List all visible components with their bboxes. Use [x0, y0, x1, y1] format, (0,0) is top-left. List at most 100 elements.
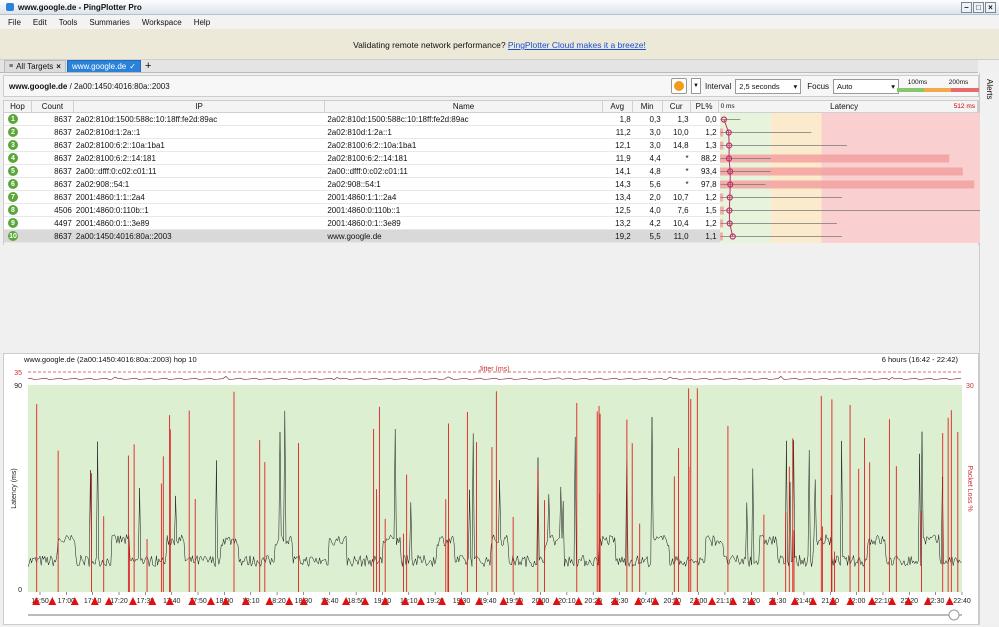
avg-cell: 11,2: [615, 127, 631, 137]
y-right-axis-label: Packet Loss %: [966, 465, 973, 511]
chevron-down-icon: ▾: [793, 81, 798, 91]
hop-cell: 9: [4, 217, 32, 229]
add-tab-button[interactable]: +: [142, 60, 154, 72]
alerts-panel[interactable]: Alerts: [979, 73, 999, 625]
cur-cell: *: [685, 153, 689, 163]
time-slider-handle[interactable]: [948, 609, 960, 621]
count-cell: 4506: [54, 205, 72, 215]
avg-cell: 14,3: [615, 179, 631, 189]
pl-cell: 0,0: [705, 114, 717, 124]
hop-cell: 7: [4, 191, 32, 203]
avg-cell: 13,4: [615, 192, 631, 202]
col-hop[interactable]: Hop: [4, 101, 32, 112]
min-cell: 4,4: [649, 153, 661, 163]
name-cell: 2a02:908::54:1: [327, 179, 381, 189]
tab-google[interactable]: www.google.de ✓: [66, 60, 141, 72]
hop-cell: 5: [4, 165, 32, 177]
ip-cell: 2a02:908::54:1: [75, 179, 130, 189]
hop-cell: 1: [4, 113, 32, 125]
col-name[interactable]: Name: [325, 101, 603, 112]
banner-link[interactable]: PingPlotter Cloud makes it a breeze!: [508, 40, 646, 50]
interval-value: 2,5 seconds: [739, 81, 780, 91]
pause-dropdown[interactable]: ▼: [691, 78, 701, 94]
close-tab-icon[interactable]: ×: [56, 62, 61, 71]
menu-edit[interactable]: Edit: [33, 18, 47, 27]
target-host: www.google.de: [9, 81, 68, 91]
trace-grid: Hop Count IP Name Avg Min Cur PL% 0 ms L…: [3, 100, 980, 256]
hop-number-badge: 3: [8, 140, 18, 150]
tab-label: www.google.de: [71, 62, 127, 71]
window-title: www.google.de - PingPlotter Pro: [18, 2, 142, 12]
cur-cell: 7,6: [677, 205, 689, 215]
name-cell: 2a02:810d:1:2a::1: [327, 127, 392, 137]
hop-number-badge: 8: [8, 205, 18, 215]
ip-cell: 2a00::dfff:0:c02:c01:11: [75, 166, 157, 176]
ip-cell: 2a02:810d:1500:588c:10:18ff:fe2d:89ac: [75, 114, 218, 124]
hop-number-badge: 9: [8, 218, 18, 228]
hop-number-badge: 10: [8, 231, 18, 241]
count-cell: 8637: [54, 114, 72, 124]
name-cell: www.google.de: [327, 231, 382, 241]
count-cell: 8637: [54, 231, 72, 241]
check-icon: ✓: [129, 62, 136, 71]
menu-file[interactable]: File: [8, 18, 21, 27]
maximize-button[interactable]: □: [973, 2, 984, 13]
min-cell: 5,6: [649, 179, 661, 189]
col-avg[interactable]: Avg: [603, 101, 633, 112]
pl-cell: 1,1: [705, 231, 717, 241]
y-max-label: 90: [14, 383, 22, 390]
menu-summaries[interactable]: Summaries: [89, 18, 129, 27]
hop-number-badge: 6: [8, 179, 18, 189]
min-cell: 3,0: [649, 127, 661, 137]
hop-cell: 6: [4, 178, 32, 190]
timeline-svg: 35 Jitter (ms) 90 0 30 Latency (ms) Packet Los…: [11, 366, 974, 621]
close-button[interactable]: ×: [985, 2, 996, 13]
pl-cell: 88,2: [700, 153, 717, 163]
empty-pane: [3, 246, 979, 351]
loss-triangle: [206, 597, 215, 605]
menu-workspace[interactable]: Workspace: [142, 18, 182, 27]
title-bar: www.google.de - PingPlotter Pro – □ ×: [0, 0, 999, 15]
scale-color-bar: [897, 88, 979, 92]
pause-button[interactable]: [671, 78, 687, 94]
target-breadcrumb: www.google.de / 2a00:1450:4016:80a::2003: [9, 82, 170, 91]
col-ip[interactable]: IP: [74, 101, 326, 112]
pl-cell: 1,2: [705, 127, 717, 137]
focus-value: Auto: [837, 81, 853, 91]
cur-cell: *: [685, 166, 689, 176]
avg-cell: 12,5: [615, 205, 631, 215]
interval-select[interactable]: 2,5 seconds ▾: [735, 78, 802, 94]
focus-select[interactable]: Auto ▾: [833, 78, 900, 94]
menu-tools[interactable]: Tools: [59, 18, 78, 27]
col-min[interactable]: Min: [633, 101, 663, 112]
name-cell: 2001:4860:0:1::3e89: [327, 218, 401, 228]
x-tick-label: 20:10: [558, 598, 576, 605]
name-cell: 2a02:8100:6:2::14:181: [327, 153, 408, 163]
minimize-button[interactable]: –: [961, 2, 972, 13]
min-cell: 3,0: [649, 140, 661, 150]
pl-cell: 1,5: [705, 205, 717, 215]
col-cur[interactable]: Cur: [663, 101, 691, 112]
avg-cell: 19,2: [615, 231, 631, 241]
col-count[interactable]: Count: [32, 101, 74, 112]
hop-cell: 10: [4, 230, 32, 242]
jitter-line: [27, 376, 962, 380]
avg-cell: 11,9: [615, 153, 631, 163]
menu-help[interactable]: Help: [194, 18, 210, 27]
cur-cell: 1,3: [677, 114, 689, 124]
loss-triangle: [48, 597, 57, 605]
tab-all-targets[interactable]: ≡ All Targets ×: [4, 60, 66, 72]
avg-cell: 12,1: [615, 140, 631, 150]
banner-text: Validating remote network performance?: [353, 40, 506, 50]
col-pl[interactable]: PL%: [691, 101, 719, 112]
cur-cell: 10,7: [673, 192, 689, 202]
name-cell: 2a00::dfff:0:c02:c01:11: [327, 166, 408, 176]
min-cell: 5,5: [649, 231, 661, 241]
x-tick-label: 17:20: [110, 598, 128, 605]
latency-scale-legend: 100ms 200ms: [897, 79, 979, 93]
alerts-label: Alerts: [985, 79, 994, 100]
loss-triangle: [708, 597, 717, 605]
scale-200-label: 200ms: [948, 79, 969, 86]
menu-bar: File Edit Tools Summaries Workspace Help: [0, 15, 999, 29]
latency-graph-column: [720, 113, 980, 243]
